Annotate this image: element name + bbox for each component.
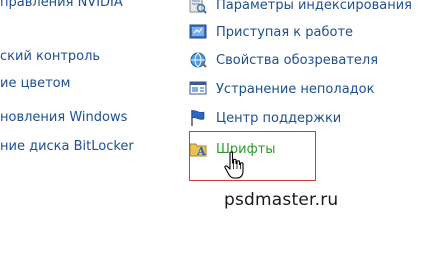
getting-started-icon [189, 23, 207, 41]
internet-options-icon [189, 51, 207, 69]
link-getting-started-label: Приступая к работе [216, 24, 354, 40]
link-troubleshooting-label: Устранение неполадок [216, 81, 375, 97]
indexing-options-icon [189, 0, 207, 14]
action-center-flag-icon [189, 109, 207, 127]
link-indexing-options-label: Параметры индексирования [216, 0, 412, 13]
selection-highlight-box [189, 131, 316, 181]
link-action-center-label: Центр поддержки [216, 110, 342, 126]
right-link-column: Параметры индексирования Приступая к раб… [189, 0, 434, 259]
link-troubleshooting[interactable]: Устранение неполадок [189, 79, 374, 99]
link-bitlocker-encryption[interactable]: ние диска BitLocker [0, 139, 134, 154]
link-action-center[interactable]: Центр поддержки [189, 108, 341, 128]
hand-cursor-icon [223, 151, 247, 181]
link-nvidia-control-panel[interactable]: правления NVIDIA [0, 0, 123, 10]
link-parental-controls[interactable]: ский контроль [0, 49, 100, 64]
troubleshooting-icon [189, 80, 207, 98]
link-windows-update[interactable]: новления Windows [0, 110, 127, 125]
link-internet-options[interactable]: Свойства обозревателя [189, 50, 378, 70]
left-link-column: правления NVIDIA ский контроль ие цветом… [0, 0, 170, 259]
watermark-text: psdmaster.ru [224, 190, 339, 210]
link-color-management[interactable]: ие цветом [0, 76, 70, 91]
link-indexing-options[interactable]: Параметры индексирования [189, 0, 412, 15]
link-getting-started[interactable]: Приступая к работе [189, 22, 353, 42]
link-internet-options-label: Свойства обозревателя [216, 52, 379, 68]
